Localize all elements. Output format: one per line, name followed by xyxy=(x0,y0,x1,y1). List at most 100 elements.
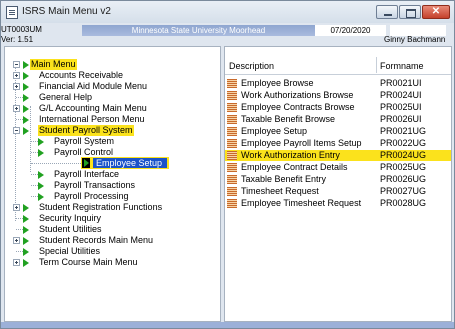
folder-icon xyxy=(23,72,29,80)
tree-item-student-utilities[interactable]: Student Utilities xyxy=(5,224,220,235)
list-item[interactable]: Taxable Benefit Entry PR0026UG xyxy=(225,174,451,185)
user-name: Ginny Bachmann xyxy=(384,35,446,44)
list-item[interactable]: Timesheet Request PR0027UG xyxy=(225,186,451,197)
list-item[interactable]: Employee Contract Details PR0025UG xyxy=(225,162,451,173)
tree-item-term-course[interactable]: Term Course Main Menu xyxy=(5,257,220,268)
folder-icon xyxy=(38,193,44,201)
tree-label: General Help xyxy=(39,92,93,102)
item-formname: PR0025UG xyxy=(380,162,427,172)
menu-item-list[interactable]: Description Formname Employee Browse PR0… xyxy=(224,46,452,322)
tree-label: Student Registration Functions xyxy=(39,202,163,212)
tree-item-payroll-transactions[interactable]: Payroll Transactions xyxy=(5,180,220,191)
folder-icon xyxy=(23,248,29,256)
tree-item-student-payroll[interactable]: Student Payroll System xyxy=(5,125,220,136)
list-item[interactable]: Employee Contracts Browse PR0025UI xyxy=(225,102,451,113)
tree-connector xyxy=(31,174,38,176)
expand-icon[interactable] xyxy=(13,105,20,112)
tree-label: Student Payroll System xyxy=(38,125,134,136)
program-icon xyxy=(227,79,237,88)
status-bar xyxy=(1,322,454,328)
folder-icon xyxy=(23,83,29,91)
list-item[interactable]: Employee Setup PR0021UG xyxy=(225,126,451,137)
tree-item-payroll-processing[interactable]: Payroll Processing xyxy=(5,191,220,202)
folder-icon xyxy=(38,138,44,146)
tree-item-international-person[interactable]: International Person Menu xyxy=(5,114,220,125)
expand-icon[interactable] xyxy=(13,72,20,79)
folder-icon xyxy=(23,259,29,267)
program-icon xyxy=(227,91,237,100)
tree-label: Main Menu xyxy=(30,59,77,70)
item-formname: PR0026UG xyxy=(380,174,427,184)
expand-icon[interactable] xyxy=(13,259,20,266)
item-formname: PR0022UG xyxy=(380,138,427,148)
menu-tree[interactable]: Main Menu Accounts Receivable Financial … xyxy=(4,46,221,322)
tree-item-general-help[interactable]: General Help xyxy=(5,92,220,103)
collapse-icon[interactable] xyxy=(13,127,20,134)
list-item[interactable]: Taxable Benefit Browse PR0026UI xyxy=(225,114,451,125)
tree-label: Employee Setup xyxy=(96,158,163,168)
folder-icon xyxy=(23,94,29,102)
university-name: Minnesota State University Moorhead xyxy=(82,25,315,36)
program-icon xyxy=(227,151,237,160)
tree-label: International Person Menu xyxy=(39,114,145,124)
list-item[interactable]: Employee Browse PR0021UI xyxy=(225,78,451,89)
program-icon xyxy=(227,175,237,184)
minimize-button[interactable] xyxy=(376,5,398,19)
item-description: Timesheet Request xyxy=(241,186,319,196)
tree-item-payroll-interface[interactable]: Payroll Interface xyxy=(5,169,220,180)
tree-item-student-records[interactable]: Student Records Main Menu xyxy=(5,235,220,246)
version-label: Ver: 1.51 xyxy=(1,35,34,44)
item-formname: PR0027UG xyxy=(380,186,427,196)
expand-icon[interactable] xyxy=(13,237,20,244)
folder-icon xyxy=(23,105,29,113)
program-icon xyxy=(227,187,237,196)
tree-label: Payroll System xyxy=(54,136,115,146)
tree-item-financial-aid[interactable]: Financial Aid Module Menu xyxy=(5,81,220,92)
item-formname: PR0021UI xyxy=(380,78,422,88)
tree-connector xyxy=(16,251,23,253)
window-title: ISRS Main Menu v2 xyxy=(22,6,111,17)
tree-item-payroll-system[interactable]: Payroll System xyxy=(5,136,220,147)
tree-item-special-utilities[interactable]: Special Utilities xyxy=(5,246,220,257)
tree-label: Payroll Transactions xyxy=(54,180,136,190)
tree-label: Special Utilities xyxy=(39,246,101,256)
tree-item-gl-accounting[interactable]: G/L Accounting Main Menu xyxy=(5,103,220,114)
column-header-formname[interactable]: Formname xyxy=(380,61,424,71)
tree-label: Payroll Interface xyxy=(54,169,120,179)
item-description: Work Authorization Entry xyxy=(241,150,340,160)
expand-icon[interactable] xyxy=(13,83,20,90)
close-button[interactable]: ✕ xyxy=(422,5,450,19)
tree-connector xyxy=(31,163,81,165)
folder-icon xyxy=(23,127,29,135)
item-description: Employee Setup xyxy=(241,126,308,136)
maximize-button[interactable] xyxy=(399,5,421,19)
program-icon xyxy=(227,163,237,172)
tree-item-employee-setup[interactable]: Employee Setup xyxy=(5,158,220,169)
tree-connector xyxy=(31,152,38,154)
program-icon xyxy=(227,115,237,124)
tree-connector xyxy=(31,141,38,143)
tree-item-security-inquiry[interactable]: Security Inquiry xyxy=(5,213,220,224)
item-formname: PR0028UG xyxy=(380,198,427,208)
folder-icon xyxy=(23,237,29,245)
folder-icon xyxy=(23,116,29,124)
tree-item-main-menu[interactable]: Main Menu xyxy=(5,59,220,70)
column-divider[interactable] xyxy=(376,57,377,73)
expand-icon[interactable] xyxy=(13,204,20,211)
item-description: Taxable Benefit Entry xyxy=(241,174,327,184)
folder-icon xyxy=(38,171,44,179)
tree-item-accounts-receivable[interactable]: Accounts Receivable xyxy=(5,70,220,81)
column-header-description[interactable]: Description xyxy=(229,61,274,71)
list-item[interactable]: Work Authorizations Browse PR0024UI xyxy=(225,90,451,101)
list-item[interactable]: Employee Timesheet Request PR0028UG xyxy=(225,198,451,209)
tree-connector xyxy=(16,229,23,231)
list-item[interactable]: Employee Payroll Items Setup PR0022UG xyxy=(225,138,451,149)
collapse-icon[interactable] xyxy=(13,61,20,68)
item-formname: PR0024UG xyxy=(380,150,427,160)
title-bar[interactable]: ISRS Main Menu v2 ✕ xyxy=(1,1,454,23)
tree-item-student-registration[interactable]: Student Registration Functions xyxy=(5,202,220,213)
user-id: UT0003UM xyxy=(1,25,42,34)
tree-connector xyxy=(16,218,23,220)
list-item-highlighted[interactable]: Work Authorization Entry PR0024UG xyxy=(225,150,451,161)
tree-label: Term Course Main Menu xyxy=(39,257,138,267)
